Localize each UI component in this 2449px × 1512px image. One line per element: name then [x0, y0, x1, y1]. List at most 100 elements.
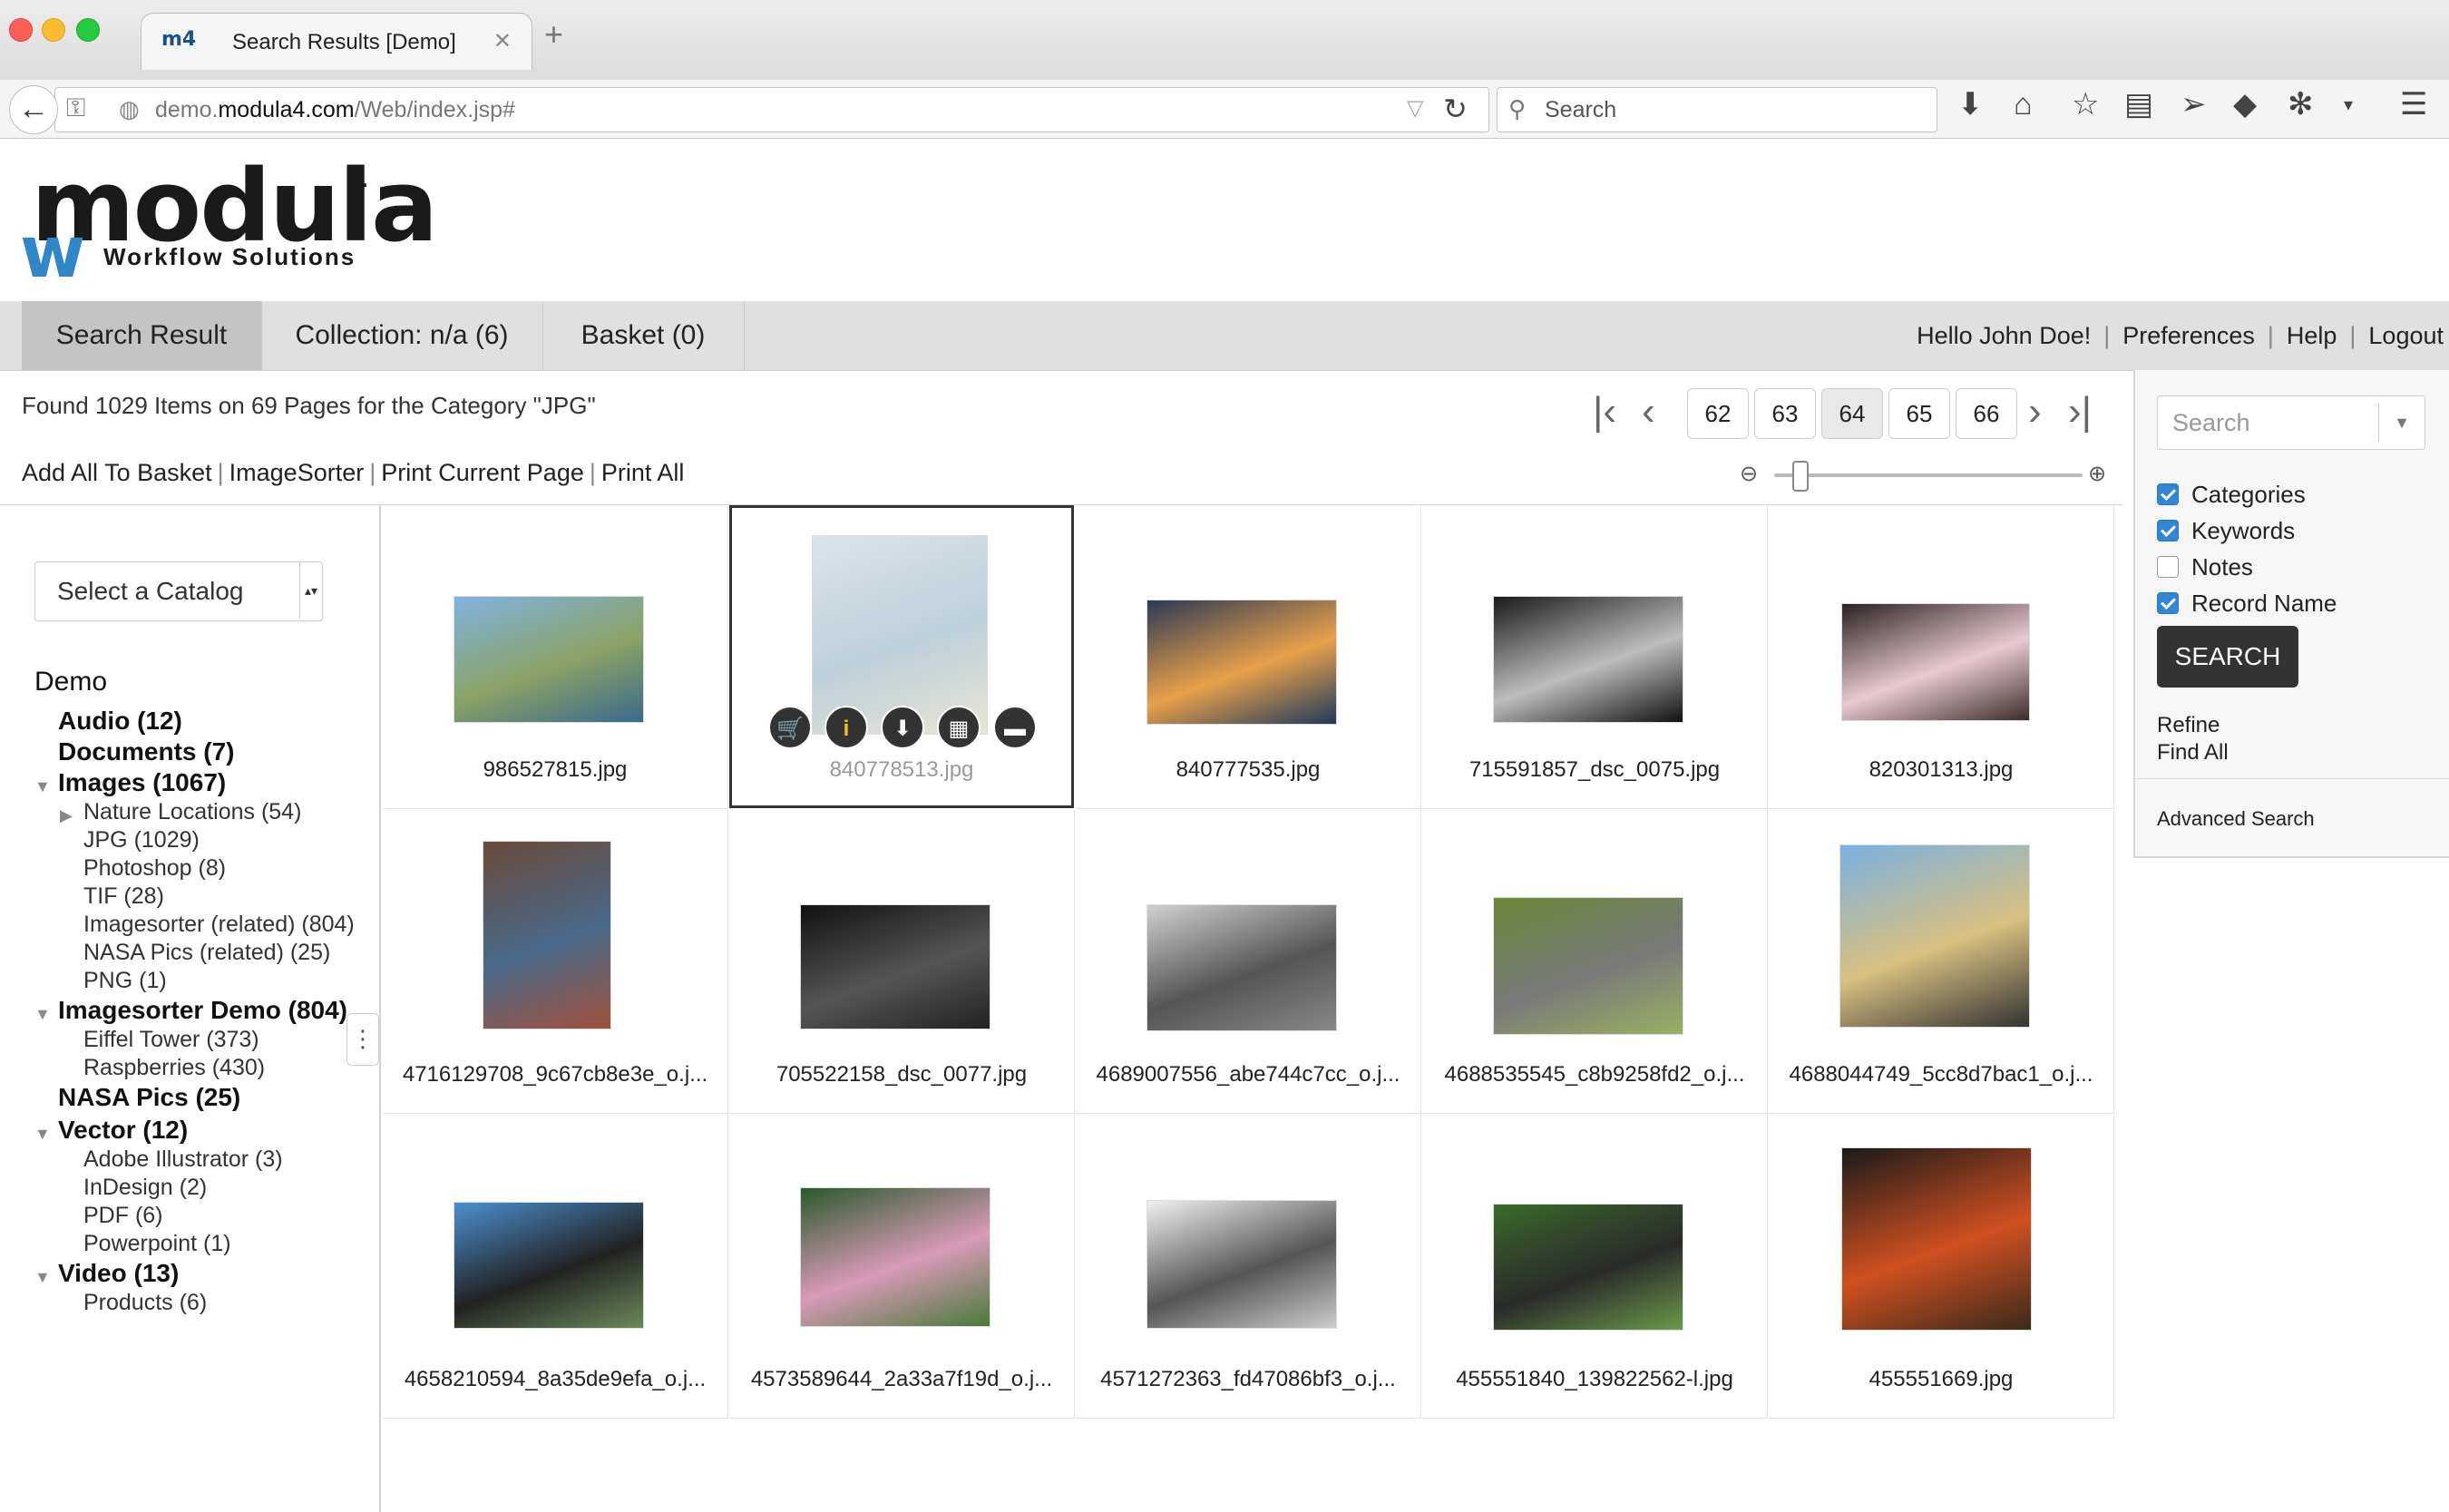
expand-arrow-icon[interactable]: ▼	[34, 1268, 51, 1287]
advanced-search-link[interactable]: Advanced Search	[2157, 807, 2315, 831]
zoom-in-icon[interactable]: ⊕	[2088, 461, 2106, 487]
bookmark-star-icon[interactable]: ☆	[2072, 89, 2099, 120]
help-link[interactable]: Help	[2287, 322, 2337, 349]
tree-subcategory[interactable]: Imagesorter (related) (804)	[83, 912, 355, 938]
result-tile[interactable]: 4573589644_2a33a7f19d_o.j...	[729, 1115, 1075, 1419]
sidebar-resize-handle[interactable]: ⋮	[346, 1013, 379, 1066]
result-thumbnail[interactable]	[1493, 897, 1683, 1035]
find-all-link[interactable]: Find All	[2157, 740, 2229, 766]
tree-category[interactable]: Imagesorter Demo (804)	[58, 996, 347, 1025]
tree-subcategory[interactable]: Products (6)	[83, 1290, 207, 1316]
download-icon[interactable]: ⬇	[1957, 89, 1984, 120]
result-tile[interactable]: 715591857_dsc_0075.jpg	[1422, 505, 1768, 809]
result-tile[interactable]: 4571272363_fd47086bf3_o.j...	[1076, 1115, 1421, 1419]
download-icon[interactable]: ⬇	[881, 706, 924, 749]
result-thumbnail[interactable]	[1146, 904, 1337, 1031]
window-minimize-button[interactable]	[42, 18, 65, 42]
result-thumbnail[interactable]	[1493, 1204, 1683, 1331]
page-button[interactable]: 63	[1754, 388, 1816, 439]
tree-subcategory[interactable]: PNG (1)	[83, 968, 167, 994]
result-thumbnail[interactable]	[483, 841, 611, 1029]
menu-icon[interactable]: ☰	[2400, 89, 2427, 120]
result-tile[interactable]: 4716129708_9c67cb8e3e_o.j...	[383, 810, 728, 1114]
tree-category[interactable]: Documents (7)	[58, 737, 234, 766]
tab-basket[interactable]: Basket (0)	[542, 301, 745, 370]
result-thumbnail[interactable]	[1841, 603, 2030, 721]
tree-subcategory[interactable]: Photoshop (8)	[83, 855, 226, 882]
page-button-current[interactable]: 64	[1821, 388, 1883, 439]
expand-arrow-icon[interactable]: ▼	[34, 1005, 51, 1024]
tree-subcategory[interactable]: PDF (6)	[83, 1203, 163, 1229]
new-tab-icon[interactable]: +	[544, 18, 563, 51]
result-filename[interactable]: 4688535545_c8b9258fd2_o.j...	[1422, 1062, 1767, 1088]
result-thumbnail[interactable]	[1839, 844, 2030, 1028]
result-thumbnail[interactable]	[454, 596, 644, 723]
grid-icon[interactable]: ▦	[937, 706, 981, 749]
result-filename[interactable]: 820301313.jpg	[1769, 757, 2113, 783]
search-dropdown-icon[interactable]: ▼	[2378, 404, 2425, 442]
expand-arrow-icon[interactable]: ▼	[34, 777, 51, 796]
panel-search-box[interactable]: ▼	[2157, 395, 2425, 450]
preferences-link[interactable]: Preferences	[2122, 322, 2255, 349]
result-tile[interactable]: 840777535.jpg	[1076, 505, 1421, 809]
reading-list-icon[interactable]: ▤	[2124, 89, 2153, 120]
result-tile[interactable]: 820301313.jpg	[1769, 505, 2114, 809]
result-filename[interactable]: 705522158_dsc_0077.jpg	[729, 1062, 1074, 1088]
refine-link[interactable]: Refine	[2157, 713, 2220, 738]
result-filename[interactable]: 4688044749_5cc8d7bac1_o.j...	[1769, 1062, 2113, 1088]
result-tile[interactable]: 455551840_139822562-l.jpg	[1422, 1115, 1768, 1419]
tree-category[interactable]: Vector (12)	[58, 1116, 188, 1145]
zoom-handle[interactable]	[1792, 461, 1809, 492]
panel-search-input[interactable]	[2171, 405, 2374, 440]
add-all-to-basket-link[interactable]: Add All To Basket	[22, 459, 212, 486]
result-tile[interactable]: 986527815.jpg	[383, 505, 728, 809]
result-tile[interactable]: 4689007556_abe744c7cc_o.j...	[1076, 810, 1421, 1114]
reload-icon[interactable]: ↻	[1443, 92, 1468, 126]
search-button[interactable]: SEARCH	[2157, 626, 2298, 688]
back-button[interactable]: ←	[9, 85, 58, 134]
send-icon[interactable]: ➢	[2181, 89, 2207, 120]
window-close-button[interactable]	[9, 18, 33, 42]
result-filename[interactable]: 840778513.jpg	[732, 757, 1071, 783]
tree-subcategory[interactable]: JPG (1029)	[83, 827, 200, 854]
result-filename[interactable]: 4658210594_8a35de9efa_o.j...	[383, 1367, 727, 1392]
info-icon[interactable]: i	[824, 706, 868, 749]
result-thumbnail[interactable]	[812, 535, 988, 735]
tree-subcategory[interactable]: Raspberries (430)	[83, 1055, 265, 1081]
tree-subcategory[interactable]: Eiffel Tower (373)	[83, 1027, 259, 1053]
tab-collection[interactable]: Collection: n/a (6)	[261, 301, 543, 370]
search-option-row[interactable]: Keywords	[2157, 517, 2295, 550]
option-checkbox[interactable]	[2157, 556, 2179, 579]
extension-icon[interactable]: ✻	[2288, 89, 2314, 120]
url-bar[interactable]: ⚿ ◍ demo.modula4.com/Web/index.jsp# ▽ ↻	[54, 87, 1489, 132]
tab-search-result[interactable]: Search Result	[22, 301, 262, 370]
home-icon[interactable]: ⌂	[2014, 89, 2033, 120]
result-thumbnail[interactable]	[1146, 1200, 1337, 1329]
result-filename[interactable]: 455551669.jpg	[1769, 1367, 2113, 1392]
result-filename[interactable]: 455551840_139822562-l.jpg	[1422, 1367, 1767, 1392]
result-filename[interactable]: 715591857_dsc_0075.jpg	[1422, 757, 1767, 783]
collapse-arrow-icon[interactable]: ▶	[60, 806, 73, 825]
result-tile[interactable]: 4688535545_c8b9258fd2_o.j...	[1422, 810, 1768, 1114]
result-filename[interactable]: 986527815.jpg	[383, 757, 727, 783]
expand-arrow-icon[interactable]: ▼	[34, 1125, 51, 1144]
tree-category[interactable]: Video (13)	[58, 1259, 179, 1288]
url-text[interactable]: demo.modula4.com/Web/index.jsp#	[155, 97, 515, 123]
result-tile[interactable]: 4688044749_5cc8d7bac1_o.j...	[1769, 810, 2114, 1114]
page-button[interactable]: 62	[1687, 388, 1749, 439]
logout-link[interactable]: Logout	[2368, 322, 2444, 349]
tree-subcategory[interactable]: TIF (28)	[83, 883, 164, 910]
result-filename[interactable]: 4571272363_fd47086bf3_o.j...	[1076, 1367, 1420, 1392]
print-current-page-link[interactable]: Print Current Page	[381, 459, 584, 486]
result-tile[interactable]: 4658210594_8a35de9efa_o.j...	[383, 1115, 728, 1419]
tab-close-icon[interactable]: ✕	[493, 28, 512, 54]
url-dropdown-icon[interactable]: ▽	[1407, 95, 1423, 122]
result-thumbnail[interactable]	[1841, 1147, 2032, 1331]
tree-category[interactable]: Images (1067)	[58, 768, 226, 797]
tree-subcategory[interactable]: Nature Locations (54)	[83, 799, 301, 825]
next-page-icon[interactable]: ›	[2028, 392, 2042, 432]
zoom-track[interactable]	[1774, 473, 2083, 477]
window-maximize-button[interactable]	[76, 18, 100, 42]
last-page-icon[interactable]: ›|	[2068, 392, 2092, 432]
cart-add-icon[interactable]: 🛒	[768, 706, 812, 749]
